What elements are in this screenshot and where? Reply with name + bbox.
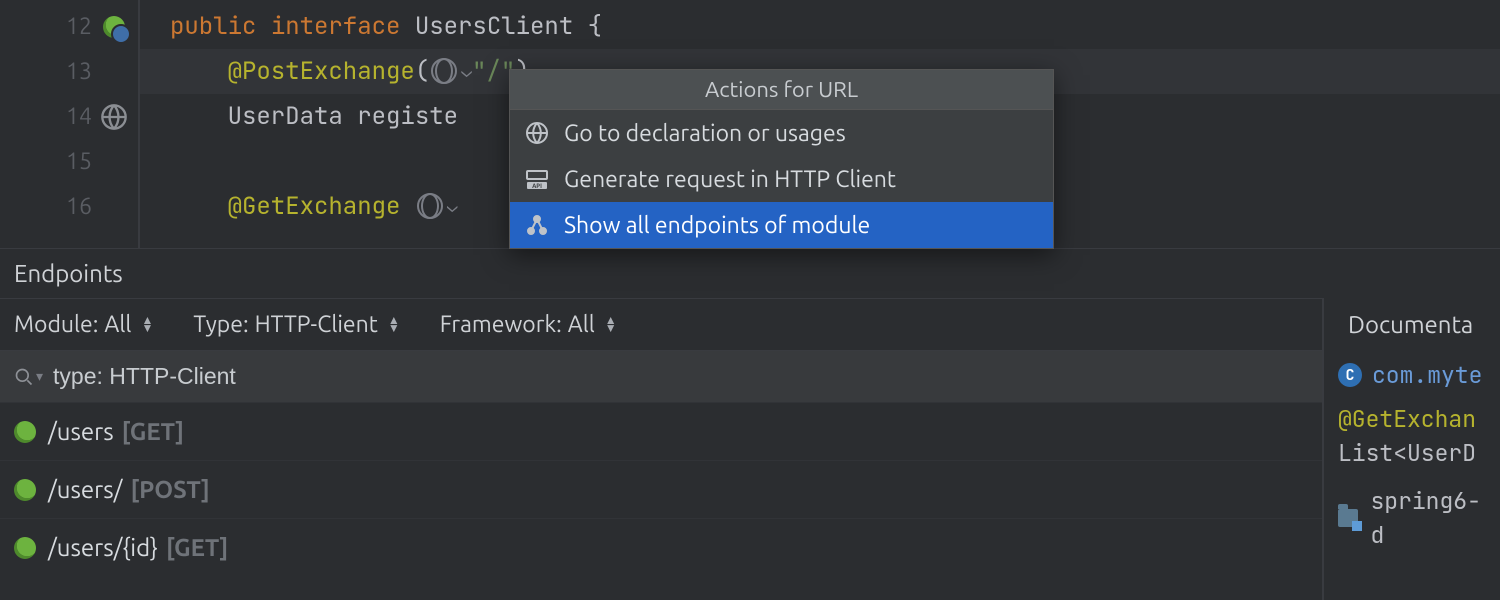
chevron-down-icon[interactable]: ⌄	[447, 195, 458, 218]
filter-value: All	[568, 312, 595, 337]
endpoint-path: /users	[48, 418, 114, 445]
endpoints-list: /users [GET] UsersClient /users/ [POST] …	[0, 402, 1500, 576]
search-icon[interactable]: ▾	[14, 367, 43, 387]
filter-value: All	[104, 312, 131, 337]
spring-endpoint-icon[interactable]	[100, 13, 128, 41]
graph-icon	[524, 212, 550, 238]
filter-label: Framework:	[440, 312, 562, 337]
keyword-public: public	[170, 11, 256, 42]
endpoint-method: [GET]	[166, 534, 228, 561]
keyword-interface: interface	[271, 11, 401, 42]
gutter-line: 16	[0, 184, 138, 229]
endpoint-row[interactable]: /users [GET] UsersClient	[0, 402, 1500, 460]
endpoints-filters: Module: All ▲▼ Type: HTTP-Client ▲▼ Fram…	[0, 298, 1500, 350]
code-line: public interface UsersClient {	[140, 4, 1500, 49]
filter-module[interactable]: Module: All ▲▼	[14, 312, 153, 337]
documentation-panel: Documenta C com.myte @GetExchan List<Use…	[1322, 298, 1500, 600]
line-number: 13	[66, 59, 92, 84]
chevron-down-icon: ▾	[36, 368, 43, 385]
endpoint-method: [GET]	[122, 418, 184, 445]
spacer-icon	[100, 58, 128, 86]
documentation-title: Documenta	[1324, 298, 1500, 350]
method-name: registe	[357, 101, 458, 132]
spring-icon	[14, 421, 36, 443]
globe-gutter-icon[interactable]	[100, 103, 128, 131]
popup-item-label: Generate request in HTTP Client	[564, 167, 896, 192]
endpoint-path: /users/{id}	[48, 534, 158, 561]
spring-icon	[14, 479, 36, 501]
doc-qualifier[interactable]: com.myte	[1372, 358, 1482, 392]
api-icon: API	[524, 166, 550, 192]
popup-item-label: Show all endpoints of module	[564, 213, 870, 238]
class-icon: C	[1338, 363, 1362, 387]
endpoint-row[interactable]: /users/ [POST] UsersClient	[0, 460, 1500, 518]
gutter-line: 15	[0, 139, 138, 184]
sort-arrows-icon: ▲▼	[388, 317, 400, 333]
type-name: UsersClient	[415, 11, 573, 42]
documentation-body: C com.myte @GetExchan List<UserD spring6…	[1324, 350, 1500, 560]
search-input[interactable]	[53, 363, 1446, 390]
chevron-down-icon[interactable]: ⌄	[461, 60, 472, 83]
popup-item-label: Go to declaration or usages	[564, 121, 846, 146]
endpoint-path: /users/	[48, 476, 122, 503]
spacer-icon	[100, 193, 128, 221]
sort-arrows-icon: ▲▼	[141, 317, 153, 333]
filter-label: Module:	[14, 312, 98, 337]
endpoint-method: [POST]	[130, 476, 209, 503]
line-number: 15	[66, 149, 92, 174]
gutter-line: 13	[0, 49, 138, 94]
url-globe-icon[interactable]	[431, 58, 457, 84]
paren-open: (	[415, 56, 429, 87]
annotation: @GetExchange	[228, 191, 401, 222]
line-number: 14	[66, 104, 92, 129]
filter-value: HTTP-Client	[255, 312, 378, 337]
module-folder-icon	[1338, 509, 1358, 527]
endpoint-row[interactable]: /users/{id} [GET] UsersClient	[0, 518, 1500, 576]
endpoints-panel-title: Endpoints	[0, 248, 1500, 298]
endpoints-search: ▾ ✕	[0, 350, 1500, 402]
gutter-line: 14	[0, 94, 138, 139]
globe-icon	[524, 120, 550, 146]
popup-item-generate-http[interactable]: API Generate request in HTTP Client	[510, 156, 1053, 202]
gutter-line: 12	[0, 4, 138, 49]
doc-annotation: @GetExchan	[1338, 402, 1486, 436]
doc-signature: List<UserD	[1338, 436, 1486, 470]
actions-popup: Actions for URL Go to declaration or usa…	[509, 69, 1054, 249]
filter-label: Type:	[193, 312, 248, 337]
sort-arrows-icon: ▲▼	[605, 317, 617, 333]
doc-module[interactable]: spring6-d	[1370, 484, 1486, 552]
return-type: UserData	[228, 101, 343, 132]
spacer-icon	[100, 148, 128, 176]
line-number: 16	[66, 194, 92, 219]
editor-gutter: 12 13 14 15 16	[0, 0, 140, 248]
popup-item-goto-declaration[interactable]: Go to declaration or usages	[510, 110, 1053, 156]
filter-type[interactable]: Type: HTTP-Client ▲▼	[193, 312, 399, 337]
popup-title: Actions for URL	[510, 70, 1053, 110]
url-globe-icon[interactable]	[417, 193, 443, 219]
svg-text:API: API	[532, 183, 542, 190]
line-number: 12	[66, 14, 92, 39]
popup-item-show-endpoints[interactable]: Show all endpoints of module	[510, 202, 1053, 248]
spring-icon	[14, 537, 36, 559]
annotation: @PostExchange	[228, 56, 415, 87]
brace: {	[573, 11, 602, 42]
filter-framework[interactable]: Framework: All ▲▼	[440, 312, 617, 337]
